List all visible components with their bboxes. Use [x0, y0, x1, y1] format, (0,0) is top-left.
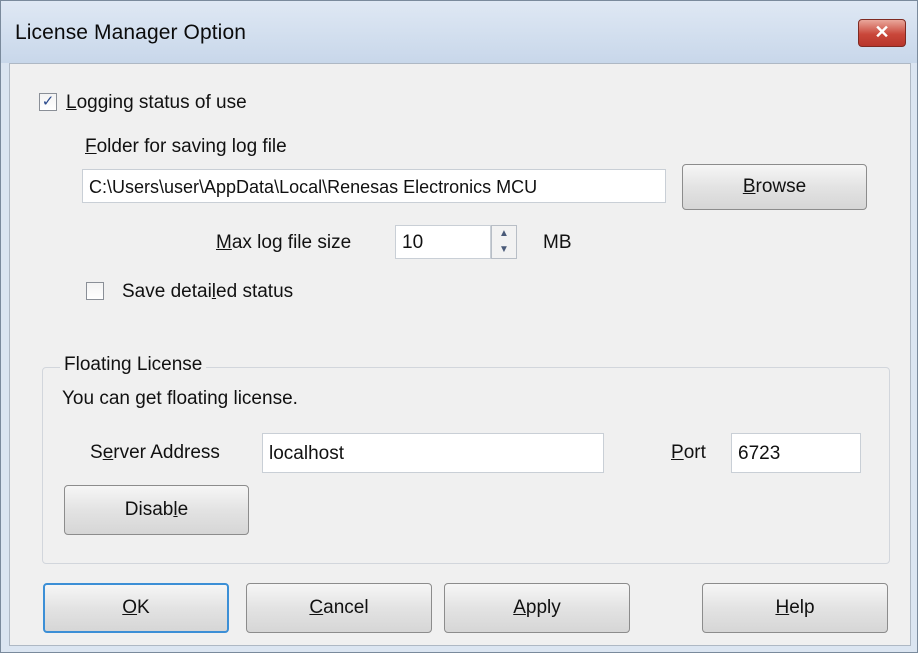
close-button[interactable]: ✕: [858, 19, 906, 47]
max-log-size-unit: MB: [543, 232, 572, 253]
browse-button[interactable]: Browse: [682, 164, 867, 210]
apply-button[interactable]: Apply: [444, 583, 630, 633]
license-manager-dialog: License Manager Option ✕ ✓ Logging statu…: [0, 0, 918, 653]
checkmark-icon: ✓: [41, 93, 55, 110]
max-log-size-input[interactable]: 10: [395, 225, 491, 259]
port-label: Port: [671, 442, 706, 463]
title-bar[interactable]: License Manager Option ✕: [1, 1, 917, 63]
server-address-input[interactable]: localhost: [262, 433, 604, 473]
spin-up-icon[interactable]: ▲: [492, 226, 516, 242]
logging-status-checkbox[interactable]: ✓: [39, 93, 57, 111]
window-title: License Manager Option: [15, 21, 247, 44]
spin-down-icon[interactable]: ▼: [492, 242, 516, 258]
disable-button[interactable]: Disable: [64, 485, 249, 535]
port-input[interactable]: 6723: [731, 433, 861, 473]
floating-license-message: You can get floating license.: [62, 388, 298, 409]
logging-status-label[interactable]: Logging status of use: [66, 92, 247, 114]
help-button[interactable]: Help: [702, 583, 888, 633]
max-log-size-label: Max log file size: [216, 232, 352, 253]
floating-license-group-title: Floating License: [60, 354, 207, 376]
log-folder-path-input[interactable]: C:\Users\user\AppData\Local\Renesas Elec…: [82, 169, 666, 203]
max-log-size-stepper: ▲ ▼: [491, 225, 517, 259]
close-icon: ✕: [874, 22, 890, 42]
save-detailed-status-label[interactable]: Save detailed status: [122, 281, 293, 303]
dialog-body: ✓ Logging status of use Folder for savin…: [9, 63, 911, 646]
ok-button[interactable]: OK: [43, 583, 229, 633]
cancel-button[interactable]: Cancel: [246, 583, 432, 633]
server-address-label: Server Address: [90, 442, 220, 463]
log-folder-label: Folder for saving log file: [85, 136, 287, 157]
save-detailed-status-checkbox[interactable]: [86, 282, 104, 300]
